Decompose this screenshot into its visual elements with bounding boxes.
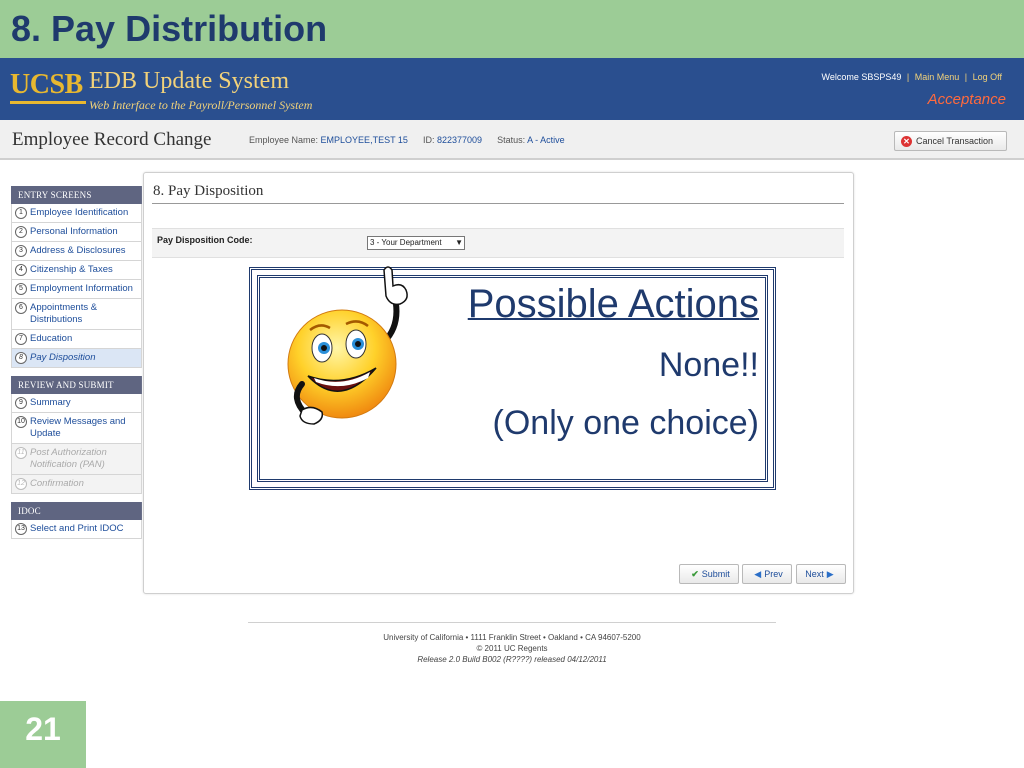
employee-name: EMPLOYEE,TEST 15 [320,135,408,145]
panel-title: 8. Pay Disposition [153,183,264,199]
cancel-icon: ✕ [901,135,912,147]
footer-copyright: © 2011 UC Regents [476,644,548,653]
idoc-heading: IDOC [11,502,142,520]
employee-name-label: Employee Name: [249,135,319,145]
prev-button[interactable]: ◀ Prev [742,564,792,584]
step-number: 12 [15,478,27,490]
prev-label: Prev [764,569,783,579]
welcome-text: Welcome SBSPS49 [821,72,902,82]
next-button[interactable]: Next ▶ [796,564,846,584]
sidebar-item-post-authorization: 11 Post Authorization Notification (PAN) [11,444,142,475]
dropdown-arrow-icon: ▼ [455,238,463,247]
sidebar-item-label: Post Authorization Notification (PAN) [30,447,107,470]
sidebar-item-address-disclosures[interactable]: 3 Address & Disclosures [11,242,142,261]
callout-heading: Possible Actions [467,282,759,326]
status-label: Status: [497,135,526,145]
separator: | [964,72,968,82]
sidebar: ENTRY SCREENS 1 Employee Identification 2… [11,186,142,539]
logo-underline [10,101,86,104]
sidebar-item-select-print-idoc[interactable]: 13 Select and Print IDOC [11,520,142,539]
step-number: 10 [15,416,27,428]
app-name: EDB Update System [89,68,289,94]
footer-release: Release 2.0 Build B002 (R????) released … [417,655,607,664]
submit-label: Submit [701,569,730,579]
sidebar-item-label: Employment Information [30,283,133,294]
sidebar-item-confirmation: 12 Confirmation [11,475,142,494]
step-number: 7 [15,333,27,345]
callout-only-one-choice: (Only one choice) [492,404,759,442]
step-number: 11 [15,447,27,459]
page-title: Employee Record Change [12,129,212,150]
sidebar-item-label: Personal Information [30,226,118,237]
sidebar-item-label: Address & Disclosures [30,245,126,256]
page-number-box: 21 [0,701,86,768]
submit-button[interactable]: ✔ Submit [679,564,739,584]
ucsb-logo: UCSB [10,69,83,100]
step-number: 9 [15,397,27,409]
arrow-left-icon: ◀ [754,568,762,579]
sidebar-item-summary[interactable]: 9 Summary [11,394,142,413]
welcome-bar: Welcome SBSPS49 | Main Menu | Log Off [821,72,1002,82]
slide-title: 8. Pay Distribution [11,8,328,49]
pay-disposition-row: Pay Disposition Code: 3 - Your Departmen… [152,228,844,258]
footer-address: University of California • 1111 Franklin… [383,633,641,642]
footer-divider [248,622,776,623]
employee-info: Employee Name: EMPLOYEE,TEST 15 ID: 8223… [249,135,565,145]
sidebar-item-label: Review Messages and Update [30,416,126,439]
sidebar-item-education[interactable]: 7 Education [11,330,142,349]
employee-status: A - Active [527,135,565,145]
pay-disposition-select[interactable]: 3 - Your Department ▼ [367,236,465,250]
sidebar-item-label: Pay Disposition [30,352,96,363]
app-subtitle: Web Interface to the Payroll/Personnel S… [89,98,313,112]
record-header: Employee Record Change Employee Name: EM… [0,120,1024,160]
id-label: ID: [422,135,435,145]
pay-disposition-label: Pay Disposition Code: [157,235,253,245]
sidebar-item-label: Citizenship & Taxes [30,264,113,275]
cancel-label: Cancel Transaction [916,136,994,146]
footer: University of California • 1111 Franklin… [248,632,776,665]
page-number: 21 [25,711,61,747]
entry-screens-heading: ENTRY SCREENS [11,186,142,204]
pay-disposition-value: 3 - Your Department [370,238,442,247]
sidebar-item-label: Employee Identification [30,207,129,218]
sidebar-item-label: Appointments & Distributions [30,302,98,325]
pointing-smiley-icon [287,266,408,425]
sidebar-item-employment-information[interactable]: 5 Employment Information [11,280,142,299]
sidebar-item-personal-information[interactable]: 2 Personal Information [11,223,142,242]
cancel-transaction-button[interactable]: ✕ Cancel Transaction [894,131,1007,151]
sidebar-item-employee-identification[interactable]: 1 Employee Identification [11,204,142,223]
log-off-link[interactable]: Log Off [973,72,1002,82]
sidebar-item-label: Confirmation [30,478,84,489]
sidebar-item-appointments-distributions[interactable]: 6 Appointments & Distributions [11,299,142,330]
app-header: UCSB EDB Update System Web Interface to … [0,58,1024,120]
slide-title-bar: 8. Pay Distribution [0,0,1024,58]
separator: | [906,72,910,82]
step-number: 3 [15,245,27,257]
employee-id: 822377009 [436,135,483,145]
step-number: 8 [15,352,27,364]
sidebar-item-pay-disposition[interactable]: 8 Pay Disposition [11,349,142,368]
main-menu-link[interactable]: Main Menu [915,72,960,82]
callout-none: None!! [658,346,759,384]
possible-actions-callout: Possible Actions None!! (Only one choice… [249,266,776,490]
step-number: 1 [15,207,27,219]
environment-label: Acceptance [927,91,1006,108]
review-submit-heading: REVIEW AND SUBMIT [11,376,142,394]
step-number: 4 [15,264,27,276]
checkmark-icon: ✔ [691,568,699,579]
step-number: 5 [15,283,27,295]
sidebar-item-label: Education [30,333,73,344]
step-number: 13 [15,523,27,535]
sidebar-item-citizenship-taxes[interactable]: 4 Citizenship & Taxes [11,261,142,280]
next-label: Next [805,569,824,579]
arrow-right-icon: ▶ [826,568,834,579]
sidebar-item-review-messages[interactable]: 10 Review Messages and Update [11,413,142,444]
sidebar-item-label: Select and Print IDOC [30,523,124,534]
step-number: 6 [15,302,27,314]
step-number: 2 [15,226,27,238]
sidebar-item-label: Summary [30,397,71,408]
divider [152,203,844,204]
